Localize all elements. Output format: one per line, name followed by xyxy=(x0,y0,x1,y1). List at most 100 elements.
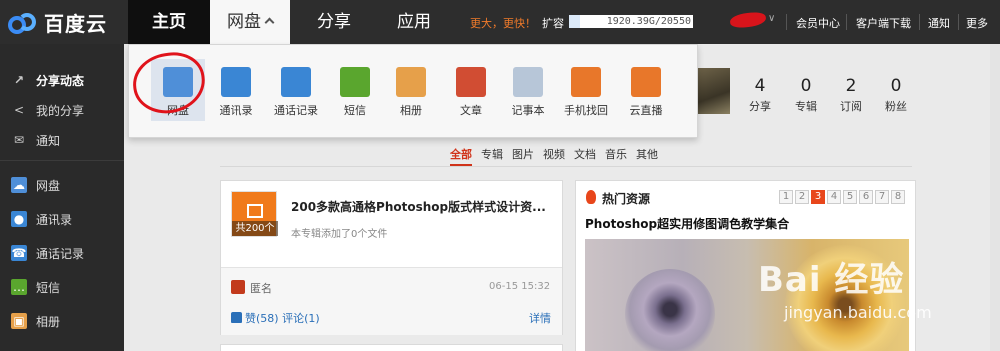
filter-album[interactable]: 专辑 xyxy=(481,146,503,166)
sidebar-item-label: 网盘 xyxy=(36,178,61,193)
scrollbar[interactable] xyxy=(990,44,1000,351)
feed-title[interactable]: 200多款高通格Photoshop版式样式设计资... xyxy=(291,198,546,215)
sidebar-item-activity[interactable]: ↗ 分享动态 xyxy=(0,66,124,94)
stat-number: 4 xyxy=(754,76,766,96)
comment-link[interactable]: 评论(1) xyxy=(282,312,320,325)
dropdown-item-label: 手机找回 xyxy=(564,104,608,117)
dropdown-item-cloud-live[interactable]: 云直播 xyxy=(619,67,673,118)
dropdown-item-article[interactable]: 文章 xyxy=(444,67,498,118)
resource-title[interactable]: Photoshop超实用修图调色教学集合 xyxy=(585,215,789,232)
sidebar: ↗ 分享动态 < 我的分享 ✉ 通知 ☁ 网盘 ● 通讯录 ☎ 通话记录 … 短信 ▣ 相册 xyxy=(0,44,124,351)
member-center-link[interactable]: 会员中心 xyxy=(796,15,840,31)
divider xyxy=(786,14,787,30)
chevron-up-icon xyxy=(264,17,275,28)
sidebar-item-label: 通讯录 xyxy=(36,212,73,227)
dropdown-item-notepad[interactable]: 记事本 xyxy=(501,67,555,118)
filter-image[interactable]: 图片 xyxy=(512,146,534,166)
sidebar-item-my-share[interactable]: < 我的分享 xyxy=(0,96,124,124)
phone-find-icon xyxy=(571,67,601,97)
dropdown-item-label: 云直播 xyxy=(629,104,663,117)
nav-tab-home[interactable]: 主页 xyxy=(128,0,210,44)
filter-other[interactable]: 其他 xyxy=(636,146,658,166)
album-thumbnail[interactable]: 共200个 xyxy=(231,191,278,237)
sidebar-item-pan[interactable]: ☁ 网盘 xyxy=(0,171,124,199)
client-download-link[interactable]: 客户端下载 xyxy=(856,15,911,31)
filter-tabs: 全部 专辑 图片 视频 文档 音乐 其他 xyxy=(450,146,658,166)
divider xyxy=(846,14,847,30)
stat-number: 0 xyxy=(890,76,902,96)
stat-subscriptions[interactable]: 2 订阅 xyxy=(831,76,871,114)
sidebar-item-album[interactable]: ▣ 相册 xyxy=(0,307,124,335)
purple-rose-image xyxy=(625,269,715,351)
page-button[interactable]: 7 xyxy=(875,190,889,204)
nav-tab-app[interactable]: 应用 xyxy=(378,0,450,44)
album-count-badge: 共200个 xyxy=(232,221,278,236)
sidebar-item-label: 短信 xyxy=(36,280,61,295)
divider xyxy=(919,14,920,30)
dropdown-item-sms[interactable]: 短信 xyxy=(328,67,382,118)
mail-icon: ✉ xyxy=(13,133,25,147)
filter-all[interactable]: 全部 xyxy=(450,146,472,166)
notepad-icon xyxy=(513,67,543,97)
sidebar-item-sms[interactable]: … 短信 xyxy=(0,273,124,301)
document-icon xyxy=(247,204,263,218)
logo[interactable]: 百度云 xyxy=(8,8,107,37)
stat-shares[interactable]: 4 分享 xyxy=(740,76,780,114)
dropdown-item-contacts[interactable]: 通讯录 xyxy=(209,67,263,118)
page-button[interactable]: 1 xyxy=(779,190,793,204)
logo-text: 百度云 xyxy=(44,12,107,36)
sidebar-item-contacts[interactable]: ● 通讯录 xyxy=(0,205,124,233)
contacts-icon: ● xyxy=(11,211,27,227)
nav-tab-home-label: 主页 xyxy=(152,12,186,32)
stat-label: 专辑 xyxy=(795,100,817,113)
expand-link[interactable]: 扩容 xyxy=(542,15,564,31)
sidebar-item-call-log[interactable]: ☎ 通话记录 xyxy=(0,239,124,267)
username-redacted[interactable] xyxy=(729,11,767,29)
sidebar-item-notice[interactable]: ✉ 通知 xyxy=(0,126,124,154)
sidebar-item-label: 相册 xyxy=(36,314,61,329)
filter-music[interactable]: 音乐 xyxy=(605,146,627,166)
dropdown-item-label: 文章 xyxy=(460,104,482,117)
dropdown-item-album[interactable]: 相册 xyxy=(384,67,438,118)
sidebar-item-label: 通话记录 xyxy=(36,246,85,261)
page-button[interactable]: 4 xyxy=(827,190,841,204)
like-button[interactable]: 赞(58) 评论(1) xyxy=(231,310,320,326)
nav-tab-app-label: 应用 xyxy=(397,12,431,32)
watermark-url: jingyan.baidu.com xyxy=(784,303,932,322)
nav-tab-pan-label: 网盘 xyxy=(227,12,261,32)
detail-link[interactable]: 详情 xyxy=(529,310,551,326)
sidebar-item-label: 通知 xyxy=(36,133,61,148)
album-icon: ▣ xyxy=(11,313,27,329)
notifications-link[interactable]: 通知 xyxy=(928,15,950,31)
promo-link[interactable]: 更大，更快！ xyxy=(470,15,536,31)
stat-label: 订阅 xyxy=(840,100,862,113)
share-icon: < xyxy=(13,103,25,117)
stat-albums[interactable]: 0 专辑 xyxy=(786,76,826,114)
thumbs-up-icon xyxy=(231,312,242,323)
dropdown-item-call-log[interactable]: 通话记录 xyxy=(269,67,323,118)
nav-tab-pan[interactable]: 网盘 xyxy=(210,0,290,44)
page-button[interactable]: 6 xyxy=(859,190,873,204)
nav-tab-share[interactable]: 分享 xyxy=(298,0,370,44)
page-button-current[interactable]: 3 xyxy=(811,190,825,204)
more-link[interactable]: 更多 xyxy=(966,15,988,31)
cloud-icon: ☁ xyxy=(11,177,27,193)
pan-dropdown-menu: 网盘 通讯录 通话记录 短信 相册 文章 记事本 手机找回 云直播 xyxy=(128,44,698,138)
page-button[interactable]: 2 xyxy=(795,190,809,204)
page-button[interactable]: 5 xyxy=(843,190,857,204)
page-button[interactable]: 8 xyxy=(891,190,905,204)
pager: 1 2 3 4 5 6 7 8 xyxy=(779,190,905,204)
dropdown-item-phone-find[interactable]: 手机找回 xyxy=(559,67,613,118)
article-icon xyxy=(456,67,486,97)
anonymous-avatar-icon xyxy=(231,280,245,294)
album-icon xyxy=(396,67,426,97)
chevron-down-icon[interactable]: ∨ xyxy=(768,13,775,24)
filter-video[interactable]: 视频 xyxy=(543,146,565,166)
sms-icon xyxy=(340,67,370,97)
filter-document[interactable]: 文档 xyxy=(574,146,596,166)
dropdown-item-label: 记事本 xyxy=(511,104,545,117)
like-count: 赞(58) xyxy=(245,312,279,325)
feed-timestamp: 06-15 15:32 xyxy=(489,281,551,292)
stat-fans[interactable]: 0 粉丝 xyxy=(876,76,916,114)
profile-photo[interactable] xyxy=(698,68,730,114)
